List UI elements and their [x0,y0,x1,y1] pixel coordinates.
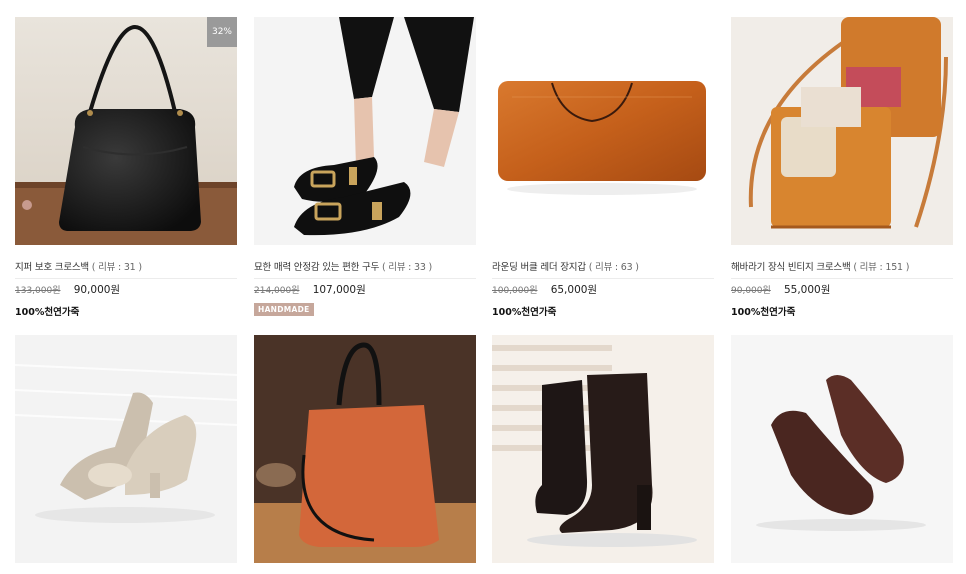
product-info: 라운딩 버클 레더 장지갑 ( 리뷰 : 63 ) 100,000원 65,00… [492,259,714,318]
product-grid: 32% 지퍼 보호 크로스백 ( 리뷰 : 31 ) 133,000원 90,0… [0,0,966,574]
product-name-text[interactable]: 라운딩 버클 레더 장지갑 [492,262,586,273]
product-info: 묘한 매력 안정감 있는 편한 구두 ( 리뷰 : 33 ) 214,000원 … [254,259,476,316]
product-thumbnail[interactable]: 32% [15,17,237,245]
phone-crossbag-icon [731,17,953,245]
leather-tag: 100%천연가죽 [15,307,80,318]
product-name[interactable]: 라운딩 버클 레더 장지갑 ( 리뷰 : 63 ) [492,259,714,273]
silver-ruffle-heels-icon [15,335,237,563]
black-heels-icon [254,17,476,245]
product-name[interactable]: 해바라기 장식 빈티지 크로스백 ( 리뷰 : 151 ) [731,259,953,273]
sale-price: 90,000원 [73,284,121,296]
divider [731,278,953,279]
leather-tag: 100%천연가죽 [492,307,557,318]
black-hobo-bag-icon [15,17,237,245]
product-name-text[interactable]: 지퍼 보호 크로스백 [15,262,89,273]
product-thumbnail[interactable] [492,335,714,563]
burgundy-flats-icon [731,335,953,563]
original-price: 100,000원 [492,286,538,296]
original-price: 214,000원 [254,286,300,296]
price-row: 214,000원 107,000원 [254,282,476,297]
product-thumbnail[interactable] [731,335,953,563]
handmade-tag: HANDMADE [254,303,314,316]
product-name-text[interactable]: 해바라기 장식 빈티지 크로스백 [731,262,851,273]
orange-long-wallet-icon [492,17,714,245]
divider [492,278,714,279]
price-row: 100,000원 65,000원 [492,282,714,297]
product-thumbnail[interactable] [15,335,237,563]
product-thumbnail[interactable] [254,335,476,563]
review-count: ( 리뷰 : 31 ) [91,262,142,273]
leather-tag: 100%천연가죽 [731,307,796,318]
sale-price: 65,000원 [550,284,598,296]
price-row: 90,000원 55,000원 [731,282,953,297]
product-name[interactable]: 묘한 매력 안정감 있는 편한 구두 ( 리뷰 : 33 ) [254,259,476,273]
sale-price: 55,000원 [783,284,831,296]
product-name[interactable]: 지퍼 보호 크로스백 ( 리뷰 : 31 ) [15,259,237,273]
product-name-text[interactable]: 묘한 매력 안정감 있는 편한 구두 [254,262,379,273]
price-row: 133,000원 90,000원 [15,282,237,297]
product-info: 지퍼 보호 크로스백 ( 리뷰 : 31 ) 133,000원 90,000원 … [15,259,237,318]
original-price: 90,000원 [731,286,771,296]
divider [254,278,476,279]
product-thumbnail[interactable] [731,17,953,245]
original-price: 133,000원 [15,286,61,296]
product-thumbnail[interactable] [492,17,714,245]
sale-price: 107,000원 [312,284,366,296]
product-info: 해바라기 장식 빈티지 크로스백 ( 리뷰 : 151 ) 90,000원 55… [731,259,953,318]
black-ankle-boots-icon [492,335,714,563]
discount-badge: 32% [207,17,237,47]
product-thumbnail[interactable] [254,17,476,245]
orange-tote-bag-icon [254,335,476,563]
review-count: ( 리뷰 : 151 ) [853,262,910,273]
divider [15,278,237,279]
review-count: ( 리뷰 : 33 ) [381,262,433,273]
review-count: ( 리뷰 : 63 ) [588,262,639,273]
